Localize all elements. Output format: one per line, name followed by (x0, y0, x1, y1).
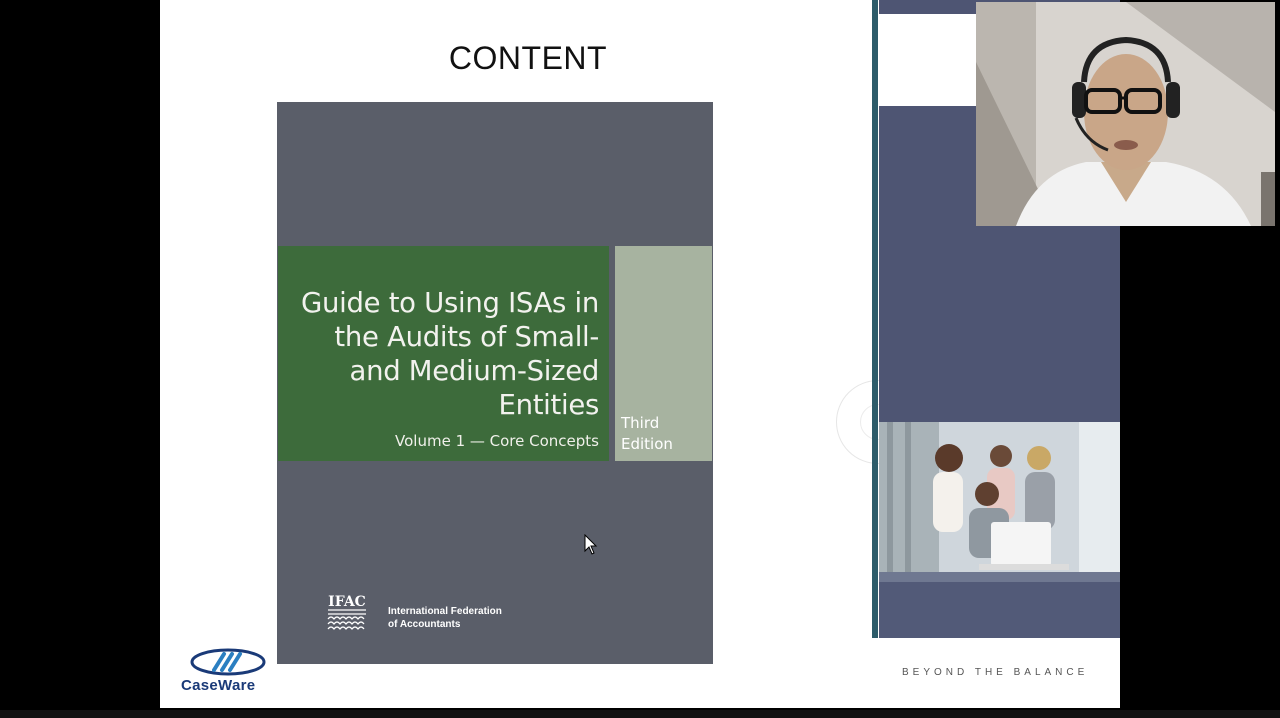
cover-edition: Third Edition (621, 413, 673, 455)
panel-divider (872, 0, 878, 638)
caseware-logo-text: CaseWare (181, 677, 256, 694)
team-photo (879, 422, 1120, 638)
bottom-strip (0, 710, 1280, 718)
publisher-name: International Federation of Accountants (388, 605, 502, 631)
edition-line: Third (621, 414, 660, 432)
ifac-logo-text: IFAC (328, 594, 366, 610)
cover-title-line: Guide to Using ISAs in (301, 287, 599, 319)
cover-title-line: the Audits of Small- (334, 321, 599, 353)
cover-edition-block: Third Edition (615, 246, 712, 461)
cover-title-line: Entities (498, 389, 600, 421)
cover-title: Guide to Using ISAs in the Audits of Sma… (286, 286, 599, 422)
cover-title-block: Guide to Using ISAs in the Audits of Sma… (278, 246, 609, 461)
mouse-pointer-icon (584, 534, 598, 555)
slide-title: CONTENT (448, 40, 608, 76)
publisher-line: of Accountants (388, 619, 461, 630)
cover-title-line: and Medium-Sized (349, 355, 600, 387)
publisher-line: International Federation (388, 606, 502, 617)
edition-line: Edition (621, 435, 673, 453)
slide-tagline: BEYOND THE BALANCE (902, 667, 1089, 678)
ifac-logo: IFAC (327, 594, 366, 630)
cover-volume: Volume 1 — Core Concepts (395, 432, 599, 450)
webcam-video (976, 2, 1275, 226)
book-cover: Guide to Using ISAs in the Audits of Sma… (277, 102, 713, 664)
